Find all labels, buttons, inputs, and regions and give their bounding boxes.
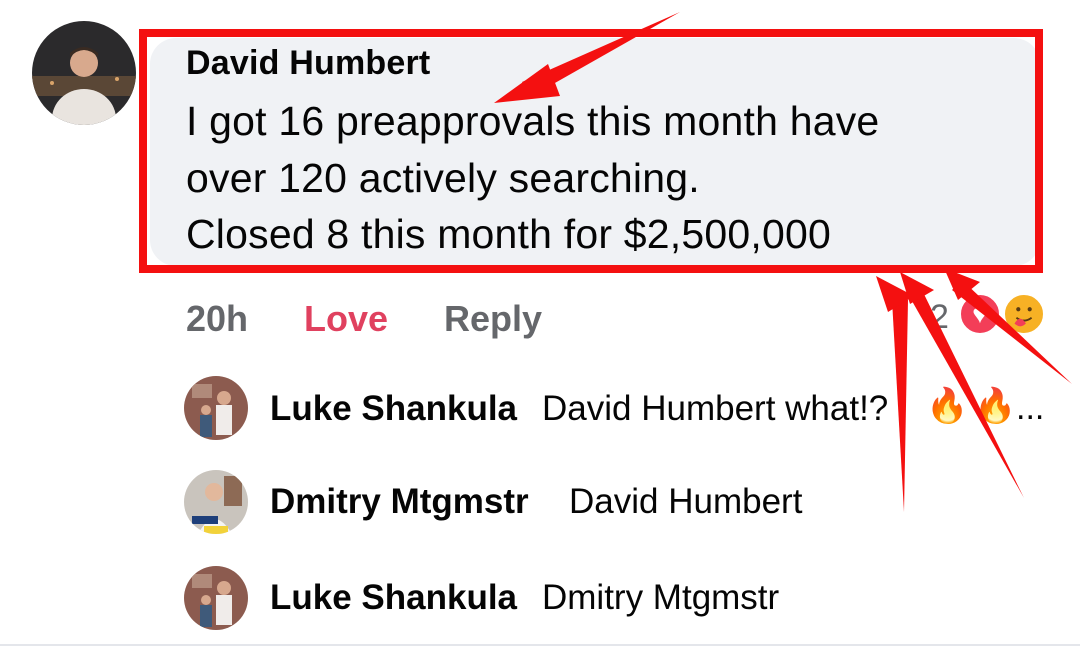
annotation-highlight-box xyxy=(139,29,1043,273)
reply-text: Dmitry Mtgmstr xyxy=(542,578,780,617)
author-avatar[interactable] xyxy=(32,21,136,125)
reply-avatar[interactable] xyxy=(184,470,248,534)
reply-author-name[interactable]: Luke Shankula xyxy=(270,389,517,429)
replier-photo xyxy=(184,376,248,440)
care-reaction-icon[interactable] xyxy=(1002,292,1046,336)
comment-timestamp[interactable]: 20h xyxy=(186,298,248,340)
divider xyxy=(0,644,1080,646)
replier-photo xyxy=(184,470,248,534)
author-photo xyxy=(32,21,136,125)
annotation-arrow-head xyxy=(876,276,914,312)
reply-avatar[interactable] xyxy=(184,566,248,630)
care-emoji-icon xyxy=(1006,296,1042,332)
love-reaction-icon[interactable]: ♥ xyxy=(958,292,1002,336)
replier-photo xyxy=(184,566,248,630)
fire-emoji-icon: 🔥 xyxy=(974,387,1017,425)
see-more-ellipsis[interactable]: ... xyxy=(1016,389,1044,428)
reaction-count[interactable]: 2 xyxy=(930,298,949,337)
reply-text: David Humbert xyxy=(569,482,803,521)
annotation-arrow-head xyxy=(900,272,934,304)
annotation-arrow xyxy=(892,300,908,512)
love-reaction-button[interactable]: Love xyxy=(304,298,388,340)
fire-emoji-icon: 🔥 xyxy=(926,387,969,425)
reply-button[interactable]: Reply xyxy=(444,298,542,340)
reply-avatar[interactable] xyxy=(184,376,248,440)
reply-author-name[interactable]: Dmitry Mtgmstr xyxy=(270,482,529,522)
reply-author-name[interactable]: Luke Shankula xyxy=(270,578,517,618)
reply-text: David Humbert what!? xyxy=(542,389,889,428)
